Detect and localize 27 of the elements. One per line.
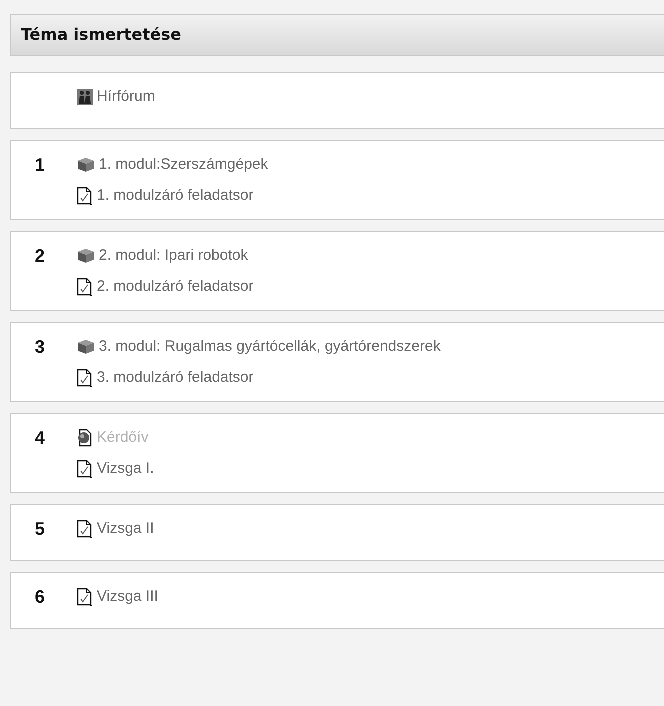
activity-link[interactable]: Hírfórum <box>97 86 156 108</box>
activity-link[interactable]: 1. modul:Szerszámgépek <box>99 154 268 176</box>
topic-number: 4 <box>35 427 46 450</box>
checked-document-icon <box>77 460 93 478</box>
cube-icon <box>77 248 95 264</box>
checked-document-icon <box>77 278 93 296</box>
cube-icon <box>77 157 95 173</box>
cube-icon <box>77 339 95 355</box>
people-icon <box>77 89 93 105</box>
topic-number: 6 <box>35 586 46 609</box>
checked-document-icon <box>77 368 93 388</box>
activity-link[interactable]: 2. modulzáró feladatsor <box>97 276 254 298</box>
section-title: Téma ismertetése <box>21 24 182 46</box>
topic-number: 2 <box>35 245 46 268</box>
activity-link[interactable]: 3. modul: Rugalmas gyártócellák, gyártórendszerek <box>99 336 441 358</box>
topic-number: 1 <box>35 154 46 177</box>
activity-link[interactable]: 3. modulzáró feladatsor <box>97 366 254 390</box>
activity-link[interactable]: 1. modulzáró feladatsor <box>97 184 254 208</box>
topic-number: 5 <box>35 518 46 541</box>
checked-document-icon <box>77 588 93 606</box>
activity-link[interactable]: Vizsga III <box>97 586 158 608</box>
activity-link[interactable]: Vizsga II <box>97 518 154 540</box>
checked-document-icon <box>77 186 93 206</box>
checked-document-icon <box>77 520 93 538</box>
topic-number: 3 <box>35 336 46 359</box>
activity-link[interactable]: 2. modul: Ipari robotok <box>99 244 248 268</box>
activity-link[interactable]: Vizsga I. <box>97 458 154 480</box>
